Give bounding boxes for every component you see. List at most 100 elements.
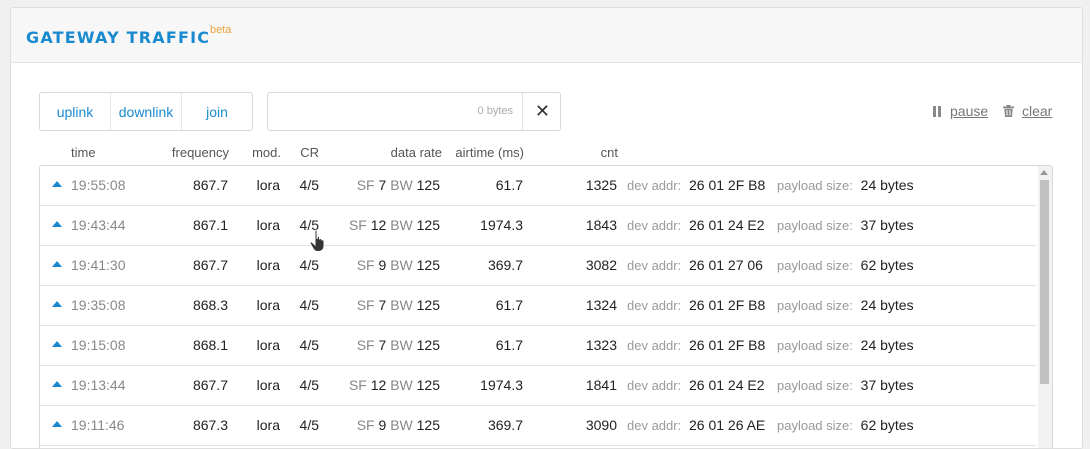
table-row[interactable]: 19:35:08 868.3 lora 4/5 SF 7 BW 125 61.7…	[40, 286, 1036, 326]
row-mod: lora	[256, 257, 280, 273]
col-frequency: frequency	[171, 145, 229, 160]
row-airtime: 61.7	[495, 337, 523, 353]
table-row[interactable]: 19:41:30 867.7 lora 4/5 SF 9 BW 125 369.…	[40, 246, 1036, 286]
row-data-rate: SF 9 BW 125	[356, 417, 440, 433]
row-data-rate: SF 7 BW 125	[356, 297, 440, 313]
row-frequency: 868.3	[192, 297, 228, 313]
col-cr: CR	[300, 145, 319, 160]
pause-icon	[933, 105, 941, 117]
pause-label: pause	[950, 103, 989, 119]
row-cnt: 3090	[585, 417, 617, 433]
row-time: 19:43:44	[71, 217, 126, 233]
bytes-count: 0 bytes	[477, 105, 513, 117]
row-data-rate: SF 12 BW 125	[348, 377, 440, 393]
row-data-rate: SF 7 BW 125	[356, 177, 440, 193]
row-frequency: 867.7	[192, 177, 228, 193]
beta-badge: beta	[210, 24, 232, 36]
table-row[interactable]: 19:43:44 867.1 lora 4/5 SF 12 BW 125 197…	[40, 206, 1036, 246]
col-mod: mod.	[252, 145, 281, 160]
uplink-arrow-icon	[52, 221, 62, 227]
row-data-rate: SF 7 BW 125	[356, 337, 440, 353]
row-mod: lora	[256, 217, 280, 233]
row-data-rate: SF 9 BW 125	[356, 257, 440, 273]
row-payload-size: payload size: 37 bytes	[777, 377, 914, 393]
table-row[interactable]: 19:11:46 867.3 lora 4/5 SF 9 BW 125 369.…	[40, 406, 1036, 446]
filter-downlink-button[interactable]: downlink	[111, 93, 182, 130]
row-cnt: 1324	[585, 297, 617, 313]
row-dev-addr: dev addr: 26 01 2F B8	[627, 297, 766, 313]
row-time: 19:13:44	[71, 377, 126, 393]
scrollbar-thumb[interactable]	[1040, 180, 1049, 384]
row-dev-addr: dev addr: 26 01 27 06	[627, 257, 763, 273]
row-mod: lora	[256, 337, 280, 353]
uplink-arrow-icon	[52, 381, 62, 387]
row-frequency: 867.7	[192, 377, 228, 393]
row-cr: 4/5	[299, 337, 319, 353]
close-icon[interactable]: ✕	[535, 101, 550, 122]
row-frequency: 867.1	[192, 217, 228, 233]
page-title: GATEWAY TRAFFIC	[26, 28, 211, 47]
row-mod: lora	[256, 297, 280, 313]
payload-filter-input[interactable]: 0 bytes ✕	[267, 92, 561, 131]
row-time: 19:55:08	[71, 177, 126, 193]
col-cnt: cnt	[600, 145, 618, 160]
table-row[interactable]: 19:13:44 867.7 lora 4/5 SF 12 BW 125 197…	[40, 366, 1036, 406]
table-row[interactable]: 19:15:08 868.1 lora 4/5 SF 7 BW 125 61.7…	[40, 326, 1036, 366]
uplink-arrow-icon	[52, 421, 62, 427]
traffic-table: 19:55:08 867.7 lora 4/5 SF 7 BW 125 61.7…	[39, 165, 1053, 448]
table-header: time frequency mod. CR data rate airtime…	[11, 145, 1082, 165]
row-mod: lora	[256, 177, 280, 193]
row-dev-addr: dev addr: 26 01 2F B8	[627, 177, 766, 193]
row-time: 19:35:08	[71, 297, 126, 313]
row-cr: 4/5	[299, 297, 319, 313]
filter-join-button[interactable]: join	[182, 93, 252, 130]
uplink-arrow-icon	[52, 181, 62, 187]
row-cnt: 1841	[585, 377, 617, 393]
scroll-up-icon[interactable]	[1040, 170, 1048, 175]
row-dev-addr: dev addr: 26 01 26 AE	[627, 417, 766, 433]
row-dev-addr: dev addr: 26 01 24 E2	[627, 217, 765, 233]
filter-uplink-button[interactable]: uplink	[40, 93, 111, 130]
scrollbar[interactable]	[1038, 166, 1052, 448]
row-cnt: 1323	[585, 337, 617, 353]
uplink-arrow-icon	[52, 261, 62, 267]
col-airtime: airtime (ms)	[455, 145, 524, 160]
row-time: 19:15:08	[71, 337, 126, 353]
row-cr: 4/5	[299, 417, 319, 433]
row-cnt: 1325	[585, 177, 617, 193]
clear-button[interactable]: clear	[1003, 103, 1052, 119]
row-cnt: 1843	[585, 217, 617, 233]
row-payload-size: payload size: 24 bytes	[777, 297, 914, 313]
row-payload-size: payload size: 62 bytes	[777, 417, 914, 433]
row-airtime: 1974.3	[480, 217, 523, 233]
col-data-rate: data rate	[390, 145, 442, 160]
card-header: GATEWAY TRAFFIC beta	[11, 8, 1082, 63]
row-frequency: 867.7	[192, 257, 228, 273]
row-airtime: 1974.3	[480, 377, 523, 393]
uplink-arrow-icon	[52, 341, 62, 347]
row-cr: 4/5	[299, 257, 319, 273]
pause-button[interactable]: pause	[933, 103, 988, 119]
row-payload-size: payload size: 37 bytes	[777, 217, 914, 233]
row-mod: lora	[256, 417, 280, 433]
row-payload-size: payload size: 24 bytes	[777, 337, 914, 353]
trash-icon	[1003, 105, 1014, 117]
clear-label: clear	[1022, 103, 1053, 119]
hand-cursor-icon	[309, 229, 325, 252]
uplink-arrow-icon	[52, 301, 62, 307]
row-cr: 4/5	[299, 377, 319, 393]
table-row[interactable]: 19:55:08 867.7 lora 4/5 SF 7 BW 125 61.7…	[40, 166, 1036, 206]
row-dev-addr: dev addr: 26 01 2F B8	[627, 337, 766, 353]
gateway-traffic-card: GATEWAY TRAFFIC beta uplink downlink joi…	[10, 7, 1083, 449]
row-data-rate: SF 12 BW 125	[348, 217, 440, 233]
row-airtime: 369.7	[487, 257, 523, 273]
row-frequency: 868.1	[192, 337, 228, 353]
row-time: 19:41:30	[71, 257, 126, 273]
row-payload-size: payload size: 62 bytes	[777, 257, 914, 273]
row-time: 19:11:46	[71, 417, 125, 433]
direction-filter-group: uplink downlink join	[39, 92, 253, 131]
row-cnt: 3082	[585, 257, 617, 273]
row-airtime: 369.7	[487, 417, 523, 433]
table-body: 19:55:08 867.7 lora 4/5 SF 7 BW 125 61.7…	[40, 166, 1052, 446]
row-dev-addr: dev addr: 26 01 24 E2	[627, 377, 765, 393]
